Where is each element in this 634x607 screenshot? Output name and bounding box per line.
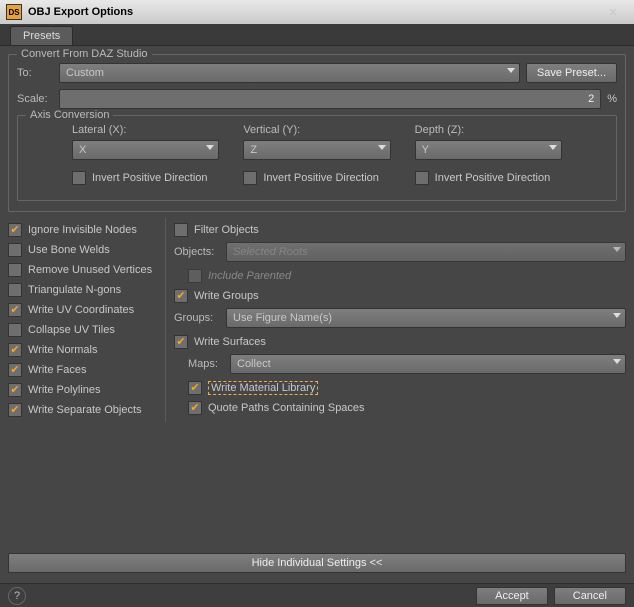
depth-label: Depth (Z):: [415, 124, 562, 136]
axis-fieldset: Axis Conversion Lateral (X): X Vertical …: [17, 115, 617, 201]
convert-fieldset: Convert From DAZ Studio To: Custom Save …: [8, 54, 626, 212]
write-faces-checkbox[interactable]: [8, 363, 22, 377]
invert-depth-checkbox[interactable]: [415, 171, 429, 185]
write-polylines-checkbox[interactable]: [8, 383, 22, 397]
chevron-down-icon: [613, 359, 621, 364]
invert-vertical-label: Invert Positive Direction: [263, 172, 379, 184]
triangulate-label: Triangulate N-gons: [28, 284, 121, 296]
right-options: Filter Objects Objects: Selected Roots I…: [166, 218, 626, 422]
chevron-down-icon: [549, 145, 557, 150]
depth-select[interactable]: Y: [415, 140, 562, 160]
chevron-down-icon: [613, 313, 621, 318]
invert-vertical-checkbox[interactable]: [243, 171, 257, 185]
chevron-down-icon: [507, 68, 515, 73]
axis-legend: Axis Conversion: [26, 109, 113, 121]
invert-lateral-checkbox[interactable]: [72, 171, 86, 185]
write-surfaces-checkbox[interactable]: [174, 335, 188, 349]
scale-unit: %: [607, 93, 617, 105]
write-uv-label: Write UV Coordinates: [28, 304, 134, 316]
filter-objects-label: Filter Objects: [194, 224, 259, 236]
app-icon: DS: [6, 4, 22, 20]
close-icon: ✕: [608, 6, 617, 19]
lateral-label: Lateral (X):: [72, 124, 219, 136]
title-bar: DS OBJ Export Options ✕: [0, 0, 634, 24]
footer: ? Accept Cancel: [0, 583, 634, 607]
include-parented-label: Include Parented: [208, 270, 291, 282]
to-preset-select[interactable]: Custom: [59, 63, 520, 83]
tab-bar: Presets: [0, 24, 634, 46]
write-groups-checkbox[interactable]: [174, 289, 188, 303]
write-normals-checkbox[interactable]: [8, 343, 22, 357]
lateral-select[interactable]: X: [72, 140, 219, 160]
scale-input[interactable]: 2: [59, 89, 601, 109]
groups-label: Groups:: [174, 312, 220, 324]
write-mtl-checkbox[interactable]: [188, 381, 202, 395]
convert-legend: Convert From DAZ Studio: [17, 48, 152, 60]
scale-label: Scale:: [17, 93, 53, 105]
include-parented-checkbox: [188, 269, 202, 283]
write-mtl-label: Write Material Library: [208, 381, 318, 395]
write-surfaces-label: Write Surfaces: [194, 336, 266, 348]
quote-paths-label: Quote Paths Containing Spaces: [208, 402, 365, 414]
to-label: To:: [17, 67, 53, 79]
invert-depth-label: Invert Positive Direction: [435, 172, 551, 184]
remove-unused-label: Remove Unused Vertices: [28, 264, 152, 276]
chevron-down-icon: [613, 247, 621, 252]
vertical-label: Vertical (Y):: [243, 124, 390, 136]
ignore-invisible-label: Ignore Invisible Nodes: [28, 224, 137, 236]
write-polylines-label: Write Polylines: [28, 384, 101, 396]
window-title: OBJ Export Options: [28, 6, 133, 18]
left-options: Ignore Invisible Nodes Use Bone Welds Re…: [8, 218, 166, 422]
maps-label: Maps:: [188, 358, 224, 370]
accept-button[interactable]: Accept: [476, 587, 548, 605]
collapse-uv-checkbox[interactable]: [8, 323, 22, 337]
vertical-select[interactable]: Z: [243, 140, 390, 160]
chevron-down-icon: [378, 145, 386, 150]
invert-lateral-label: Invert Positive Direction: [92, 172, 208, 184]
tab-presets[interactable]: Presets: [10, 26, 73, 45]
help-button[interactable]: ?: [8, 587, 26, 605]
filter-objects-checkbox[interactable]: [174, 223, 188, 237]
use-bone-welds-label: Use Bone Welds: [28, 244, 110, 256]
cancel-button[interactable]: Cancel: [554, 587, 626, 605]
write-uv-checkbox[interactable]: [8, 303, 22, 317]
hide-settings-button[interactable]: Hide Individual Settings <<: [8, 553, 626, 573]
individual-settings: Ignore Invisible Nodes Use Bone Welds Re…: [8, 218, 626, 422]
write-groups-label: Write Groups: [194, 290, 259, 302]
objects-select[interactable]: Selected Roots: [226, 242, 626, 262]
save-preset-button[interactable]: Save Preset...: [526, 63, 617, 83]
write-separate-label: Write Separate Objects: [28, 404, 142, 416]
objects-label: Objects:: [174, 246, 220, 258]
chevron-down-icon: [206, 145, 214, 150]
maps-select[interactable]: Collect: [230, 354, 626, 374]
write-faces-label: Write Faces: [28, 364, 86, 376]
groups-select[interactable]: Use Figure Name(s): [226, 308, 626, 328]
collapse-uv-label: Collapse UV Tiles: [28, 324, 115, 336]
ignore-invisible-checkbox[interactable]: [8, 223, 22, 237]
use-bone-welds-checkbox[interactable]: [8, 243, 22, 257]
quote-paths-checkbox[interactable]: [188, 401, 202, 415]
close-button[interactable]: ✕: [598, 0, 628, 24]
remove-unused-checkbox[interactable]: [8, 263, 22, 277]
triangulate-checkbox[interactable]: [8, 283, 22, 297]
write-normals-label: Write Normals: [28, 344, 97, 356]
write-separate-checkbox[interactable]: [8, 403, 22, 417]
